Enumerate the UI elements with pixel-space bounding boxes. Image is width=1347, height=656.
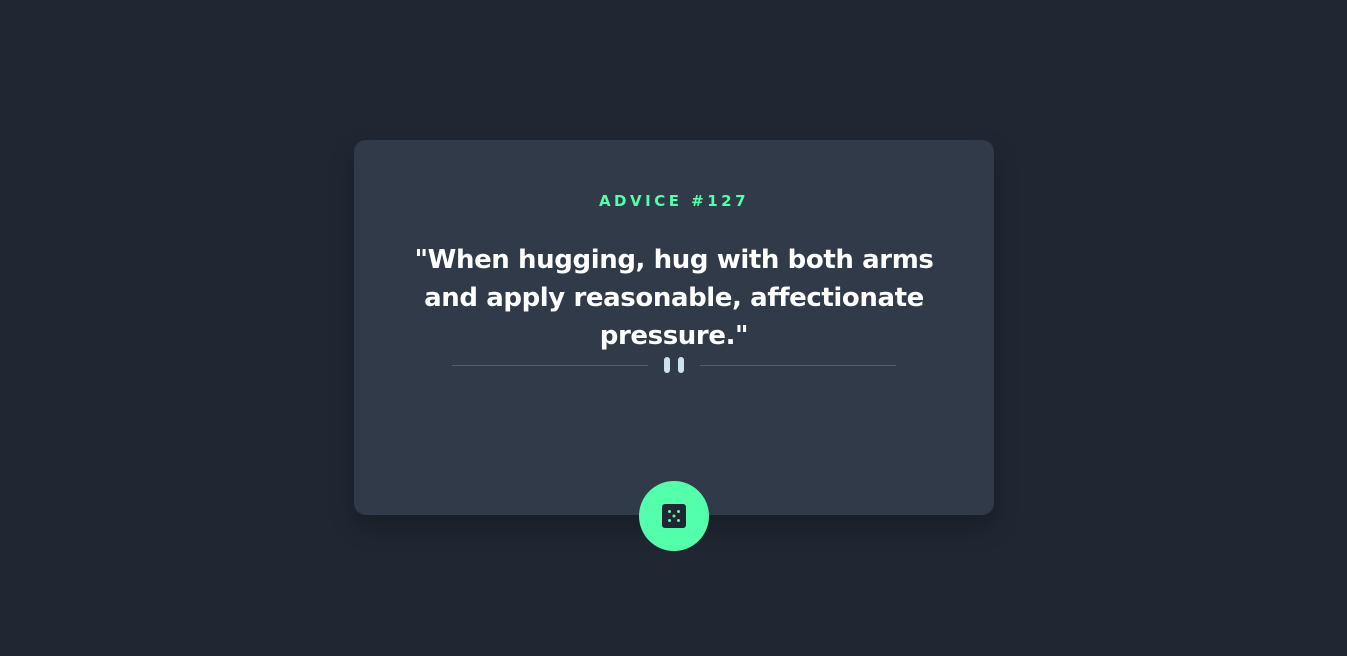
divider-line-left [452, 365, 648, 366]
new-advice-button[interactable] [639, 481, 709, 551]
divider-line-right [700, 365, 896, 366]
advice-card: ADVICE #127 "When hugging, hug with both… [354, 140, 994, 515]
pause-icon [664, 356, 684, 374]
dice-icon [662, 504, 686, 528]
advice-id-label: ADVICE #127 [598, 192, 750, 210]
advice-quote: "When hugging, hug with both arms and ap… [414, 245, 934, 351]
pattern-divider [452, 356, 896, 374]
